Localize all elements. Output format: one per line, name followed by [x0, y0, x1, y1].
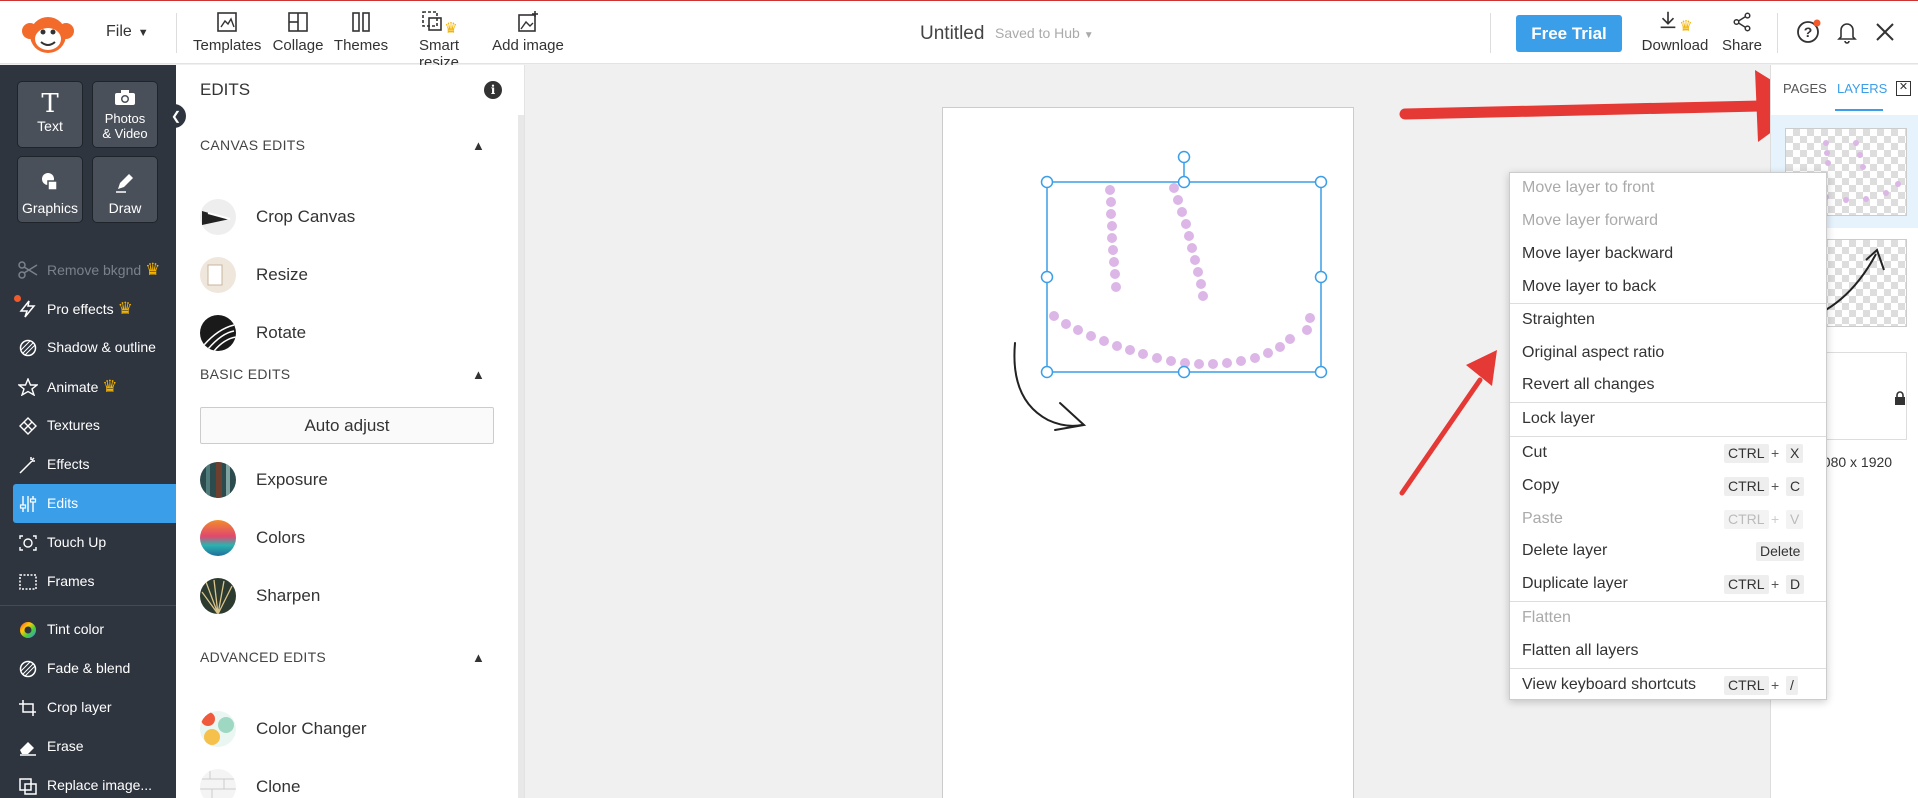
shortcut-modifier: CTRL	[1724, 676, 1769, 695]
menu-paste[interactable]: Paste CTRL + V	[1510, 504, 1826, 534]
menu-original-aspect-ratio[interactable]: Original aspect ratio	[1510, 338, 1826, 368]
menu-item-label: Original aspect ratio	[1522, 344, 1665, 361]
shortcut-plus: +	[1771, 576, 1780, 592]
menu-item-label: Cut	[1522, 444, 1547, 461]
menu-divider	[1510, 402, 1826, 403]
annotation-arrow-right	[1399, 70, 1810, 142]
menu-divider	[1510, 303, 1826, 304]
menu-divider	[1510, 436, 1826, 437]
menu-duplicate-layer[interactable]: Duplicate layer CTRL + D	[1510, 569, 1826, 599]
tab-layers[interactable]: LAYERS	[1837, 81, 1887, 96]
selection-box[interactable]	[1040, 150, 1328, 379]
menu-view-keyboard-shortcuts[interactable]: View keyboard shortcuts CTRL + /	[1510, 670, 1826, 700]
shortcut-key: X	[1786, 444, 1804, 463]
shortcut-modifier: CTRL	[1724, 510, 1769, 529]
menu-revert-all-changes[interactable]: Revert all changes	[1510, 370, 1826, 400]
dotted-drawing-layer[interactable]	[1049, 183, 1315, 369]
menu-item-label: Revert all changes	[1522, 376, 1655, 393]
menu-divider	[1510, 601, 1826, 602]
menu-item-label: Copy	[1522, 477, 1560, 494]
active-tab-indicator	[1835, 109, 1883, 111]
menu-divider	[1510, 668, 1826, 669]
lock-icon[interactable]	[1893, 391, 1907, 405]
shortcut-plus: +	[1771, 478, 1780, 494]
close-panel-icon[interactable]: ✕	[1896, 81, 1911, 96]
menu-item-label: Paste	[1522, 510, 1563, 527]
shortcut-modifier: CTRL	[1724, 477, 1769, 496]
arrow-drawing-layer[interactable]	[1013, 342, 1087, 431]
shortcut-key: /	[1786, 676, 1798, 695]
tab-pages[interactable]: PAGES	[1783, 81, 1827, 96]
menu-item-label: Flatten	[1522, 609, 1571, 626]
menu-item-label: Duplicate layer	[1522, 575, 1628, 592]
menu-flatten-all-layers[interactable]: Flatten all layers	[1510, 636, 1826, 666]
menu-move-to-back[interactable]: Move layer to back	[1510, 272, 1826, 302]
menu-item-label: View keyboard shortcuts	[1522, 676, 1697, 693]
menu-cut[interactable]: Cut CTRL + X	[1510, 438, 1826, 468]
menu-item-label: Delete layer	[1522, 542, 1608, 559]
menu-copy[interactable]: Copy CTRL + C	[1510, 471, 1826, 501]
shortcut-key: D	[1786, 575, 1805, 594]
shortcut-plus: +	[1771, 677, 1780, 693]
menu-item-label: Straighten	[1522, 311, 1595, 328]
shortcut-plus: +	[1771, 511, 1780, 527]
shortcut-modifier: CTRL	[1724, 444, 1769, 463]
menu-delete-layer[interactable]: Delete layer Delete	[1510, 536, 1826, 566]
menu-item-label: Move layer to back	[1522, 278, 1657, 295]
menu-item-label: Move layer to front	[1522, 179, 1655, 196]
menu-move-backward[interactable]: Move layer backward	[1510, 239, 1826, 269]
menu-item-label: Lock layer	[1522, 410, 1595, 427]
layer-context-menu: Move layer to front Move layer forward M…	[1509, 172, 1827, 700]
shortcut-plus: +	[1771, 445, 1780, 461]
annotation-arrow-up	[1399, 350, 1497, 496]
menu-item-label: Flatten all layers	[1522, 642, 1639, 659]
menu-flatten[interactable]: Flatten	[1510, 603, 1826, 633]
menu-lock-layer[interactable]: Lock layer	[1510, 404, 1826, 434]
shortcut-key: V	[1786, 510, 1804, 529]
menu-item-label: Move layer backward	[1522, 245, 1674, 262]
menu-item-label: Move layer forward	[1522, 212, 1659, 229]
shortcut-key: Delete	[1756, 542, 1805, 561]
shortcut-modifier: CTRL	[1724, 575, 1769, 594]
menu-move-forward[interactable]: Move layer forward	[1510, 206, 1826, 236]
menu-move-to-front[interactable]: Move layer to front	[1510, 173, 1826, 203]
shortcut-key: C	[1786, 477, 1805, 496]
menu-straighten[interactable]: Straighten	[1510, 305, 1826, 335]
